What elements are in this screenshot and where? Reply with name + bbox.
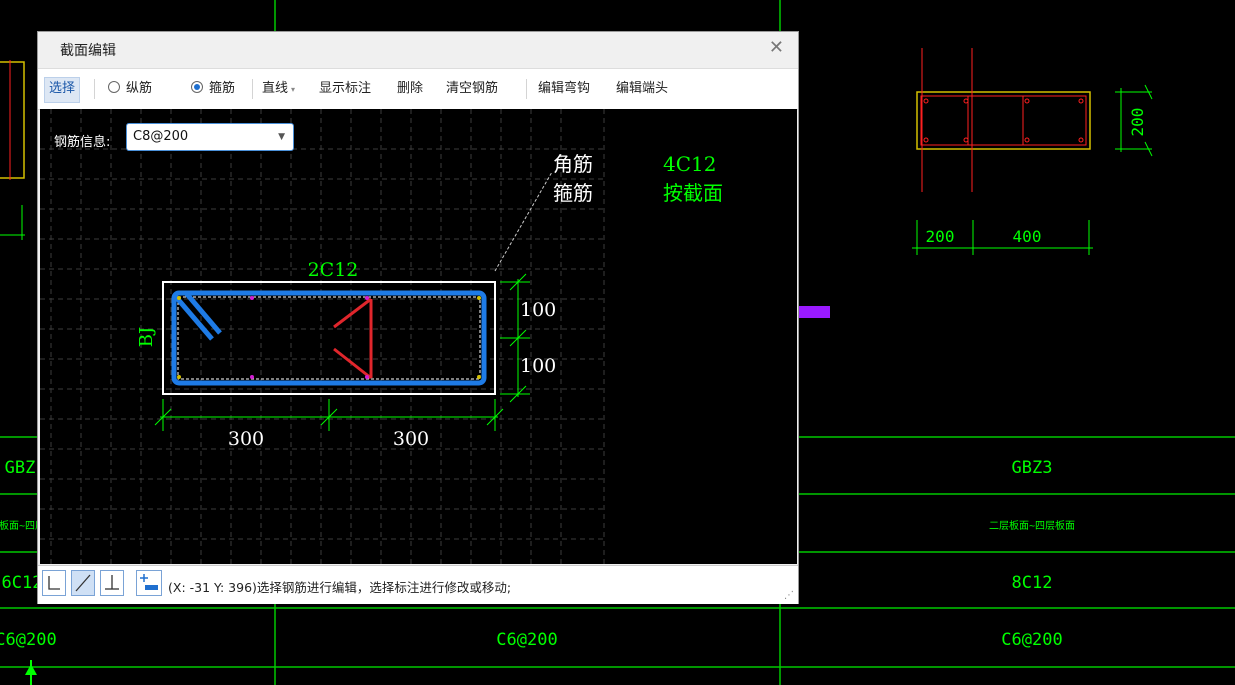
add-label-icon[interactable] (136, 570, 162, 596)
corner-rebar-point[interactable] (477, 375, 481, 379)
corner-rebar-point[interactable] (177, 296, 181, 300)
stirrup-text-value[interactable]: 按截面 (663, 181, 723, 205)
rebar-info-select[interactable]: C8@200 ▼ (126, 123, 294, 151)
rebar-point[interactable] (250, 296, 254, 300)
toolbar-divider (94, 79, 95, 99)
stirrup-label[interactable]: 箍筋 (205, 77, 239, 101)
toolbar: 选择 纵筋 箍筋 直线 ▾ 显示标注 删除 清空钢筋 编辑弯钩 编辑端头 (38, 68, 798, 110)
status-bar: (X: -31 Y: 396)选择钢筋进行编辑，选择标注进行修改或移动; ⋰ (38, 565, 798, 604)
edit-hook-button[interactable]: 编辑弯钩 (534, 77, 594, 101)
corner-rebar-point[interactable] (477, 296, 481, 300)
line-dropdown-label: 直线 (262, 81, 289, 96)
rebar-point[interactable] (365, 375, 369, 379)
snap-corner-icon[interactable] (42, 570, 66, 596)
leader-line (494, 171, 553, 272)
longitudinal-radio[interactable] (108, 81, 120, 93)
table-mid-stirrup: C6@200 (496, 630, 557, 650)
table-right-title: GBZ3 (1012, 458, 1053, 478)
tie-hook-top[interactable] (333, 297, 372, 329)
rebar-info-value: C8@200 (133, 129, 189, 144)
delete-button[interactable]: 删除 (393, 77, 427, 101)
rebar-point[interactable] (365, 296, 369, 300)
perpendicular-icon[interactable] (100, 570, 124, 596)
close-icon[interactable]: ✕ (769, 37, 784, 58)
longitudinal-label[interactable]: 纵筋 (122, 77, 156, 101)
left-partial-section (0, 61, 25, 179)
axis-arrow-icon (25, 660, 37, 685)
tie-hook-bottom[interactable] (333, 347, 372, 380)
line-dropdown[interactable]: 直线 ▾ (258, 77, 299, 101)
draw-line-icon[interactable] (71, 570, 95, 596)
table-left-stirrup: C6@200 (0, 630, 57, 650)
section-edit-dialog: 截面编辑 ✕ 选择 纵筋 箍筋 直线 ▾ 显示标注 删除 清空钢筋 编辑弯钩 编辑… (37, 31, 799, 604)
dimension-value-h2[interactable]: 300 (393, 428, 429, 450)
dimension-value-v2[interactable]: 100 (520, 355, 556, 377)
resize-grip-icon[interactable]: ⋰ (784, 590, 794, 601)
section-drawing[interactable]: 角筋 4C12 箍筋 按截面 2C12 BJ 100 100 300 300 (40, 109, 797, 564)
toolbar-divider (526, 79, 527, 99)
select-button[interactable]: 选择 (44, 77, 81, 103)
detail-dim-width2: 400 (1013, 227, 1042, 246)
clear-rebar-button[interactable]: 清空钢筋 (442, 77, 502, 101)
stirrup-text-label[interactable]: 箍筋 (553, 181, 593, 205)
side-rebar-label[interactable]: BJ (136, 327, 157, 347)
corner-rebar-label[interactable]: 角筋 (553, 152, 593, 176)
stirrup-rebar[interactable] (171, 290, 487, 386)
detail-dim-height: 200 (1128, 108, 1147, 137)
right-section-detail (912, 48, 1153, 255)
detail-dim-width1: 200 (926, 227, 955, 246)
toolbar-divider (252, 79, 253, 99)
stirrup-radio[interactable] (191, 81, 203, 93)
table-right-stirrup: C6@200 (1001, 630, 1062, 650)
dimension-value-v1[interactable]: 100 (520, 299, 556, 321)
corner-rebar-point[interactable] (177, 375, 181, 379)
table-right-floors: 二层板面~四层板面 (989, 519, 1075, 532)
table-right-rebar: 8C12 (1012, 573, 1053, 593)
dimension-value-h1[interactable]: 300 (228, 428, 264, 450)
table-left-title: GBZ (5, 458, 36, 478)
status-text: (X: -31 Y: 396)选择钢筋进行编辑，选择标注进行修改或移动; (168, 580, 512, 595)
show-label-button[interactable]: 显示标注 (315, 77, 375, 101)
rebar-info-label: 钢筋信息: (54, 135, 111, 150)
rebar-info-panel: 钢筋信息: C8@200 ▼ (54, 123, 299, 155)
dialog-titlebar[interactable]: 截面编辑 ✕ (38, 32, 798, 66)
rebar-point[interactable] (250, 375, 254, 379)
horizontal-dimension (154, 399, 504, 431)
vertical-dimension (500, 273, 530, 403)
corner-rebar-value[interactable]: 4C12 (663, 152, 716, 176)
chevron-down-icon: ▼ (278, 132, 285, 142)
edit-end-button[interactable]: 编辑端头 (612, 77, 672, 101)
drawing-canvas[interactable]: 角筋 4C12 箍筋 按截面 2C12 BJ 100 100 300 300 钢… (40, 109, 797, 564)
cover-line (177, 296, 481, 380)
chevron-down-icon: ▾ (291, 85, 296, 94)
top-rebar-label[interactable]: 2C12 (308, 259, 359, 281)
purple-grip (798, 306, 830, 318)
dialog-title: 截面编辑 (60, 43, 116, 59)
